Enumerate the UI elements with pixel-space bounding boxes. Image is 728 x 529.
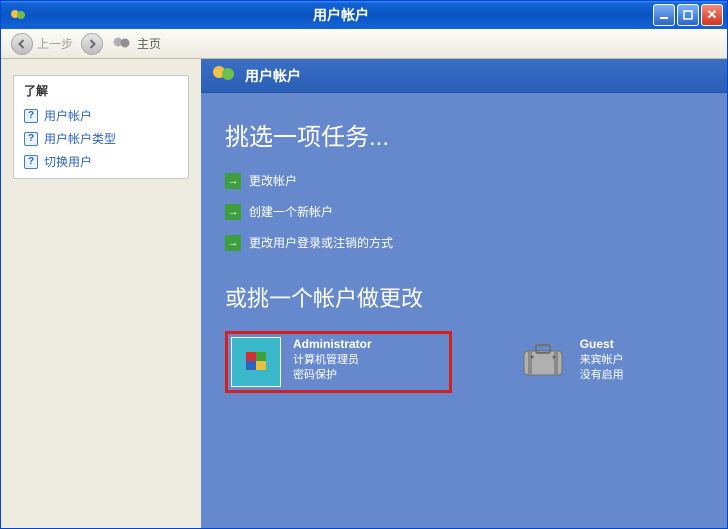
- task-create-account[interactable]: → 创建一个新帐户: [225, 203, 707, 220]
- back-button[interactable]: 上一步: [11, 33, 73, 55]
- learn-item-label: 切换用户: [44, 153, 92, 170]
- help-icon: ?: [24, 109, 38, 123]
- forward-arrow-icon: [81, 33, 103, 55]
- account-list: Administrator 计算机管理员 密码保护: [225, 331, 707, 393]
- learn-item-switch[interactable]: ? 切换用户: [14, 151, 188, 178]
- sidebar: 了解 ? 用户帐户 ? 用户帐户类型 ? 切换用户: [1, 59, 201, 528]
- account-info: Guest 来宾帐户没有启用: [580, 337, 627, 384]
- titlebar-title: 用户帐户: [31, 5, 651, 25]
- home-label: 主页: [137, 35, 161, 52]
- account-role: 计算机管理员: [293, 353, 372, 368]
- main-header-title: 用户帐户: [245, 66, 301, 86]
- toolbar: 上一步 主页: [1, 29, 727, 59]
- users-icon: [211, 63, 237, 88]
- help-icon: ?: [24, 155, 38, 169]
- content-area: 了解 ? 用户帐户 ? 用户帐户类型 ? 切换用户 用户帐户 挑选一项任务...: [1, 59, 727, 528]
- arrow-icon: →: [225, 235, 241, 251]
- learn-panel: 了解 ? 用户帐户 ? 用户帐户类型 ? 切换用户: [13, 75, 189, 179]
- home-button[interactable]: 主页: [111, 35, 161, 53]
- learn-title: 了解: [14, 76, 188, 105]
- arrow-icon: →: [225, 204, 241, 220]
- back-label: 上一步: [37, 35, 73, 52]
- learn-item-label: 用户帐户类型: [44, 130, 116, 147]
- account-name: Guest: [580, 337, 627, 351]
- account-info: Administrator 计算机管理员 密码保护: [293, 337, 372, 384]
- task-change-logon[interactable]: → 更改用户登录或注销的方式: [225, 234, 707, 251]
- back-arrow-icon: [11, 33, 33, 55]
- account-administrator[interactable]: Administrator 计算机管理员 密码保护: [225, 331, 452, 393]
- task-change-account[interactable]: → 更改帐户: [225, 172, 707, 189]
- app-icon: [9, 6, 27, 24]
- arrow-icon: →: [225, 173, 241, 189]
- account-avatar: [231, 337, 281, 387]
- titlebar: 用户帐户 ✕: [1, 1, 727, 29]
- account-name: Administrator: [293, 337, 372, 351]
- main-body: 挑选一项任务... → 更改帐户 → 创建一个新帐户 → 更改用户登录或注销的方…: [201, 93, 727, 413]
- task-label: 更改帐户: [249, 172, 297, 189]
- learn-item-types[interactable]: ? 用户帐户类型: [14, 128, 188, 151]
- learn-item-label: 用户帐户: [44, 107, 92, 124]
- close-button[interactable]: ✕: [701, 4, 723, 26]
- main-panel: 用户帐户 挑选一项任务... → 更改帐户 → 创建一个新帐户 → 更改用户登录…: [201, 59, 727, 528]
- task-label: 创建一个新帐户: [249, 203, 333, 220]
- account-status: 来宾帐户没有启用: [580, 353, 627, 384]
- pick-task-heading: 挑选一项任务...: [225, 117, 707, 152]
- maximize-button[interactable]: [677, 4, 699, 26]
- account-avatar: [518, 337, 568, 384]
- forward-button[interactable]: [81, 33, 103, 55]
- help-icon: ?: [24, 132, 38, 146]
- main-header: 用户帐户: [201, 59, 727, 93]
- pick-account-heading: 或挑一个帐户做更改: [225, 281, 707, 313]
- account-guest[interactable]: Guest 来宾帐户没有启用: [512, 331, 707, 393]
- account-password: 密码保护: [293, 368, 372, 383]
- task-label: 更改用户登录或注销的方式: [249, 234, 393, 251]
- learn-item-accounts[interactable]: ? 用户帐户: [14, 105, 188, 128]
- minimize-button[interactable]: [653, 4, 675, 26]
- users-icon: [111, 35, 133, 53]
